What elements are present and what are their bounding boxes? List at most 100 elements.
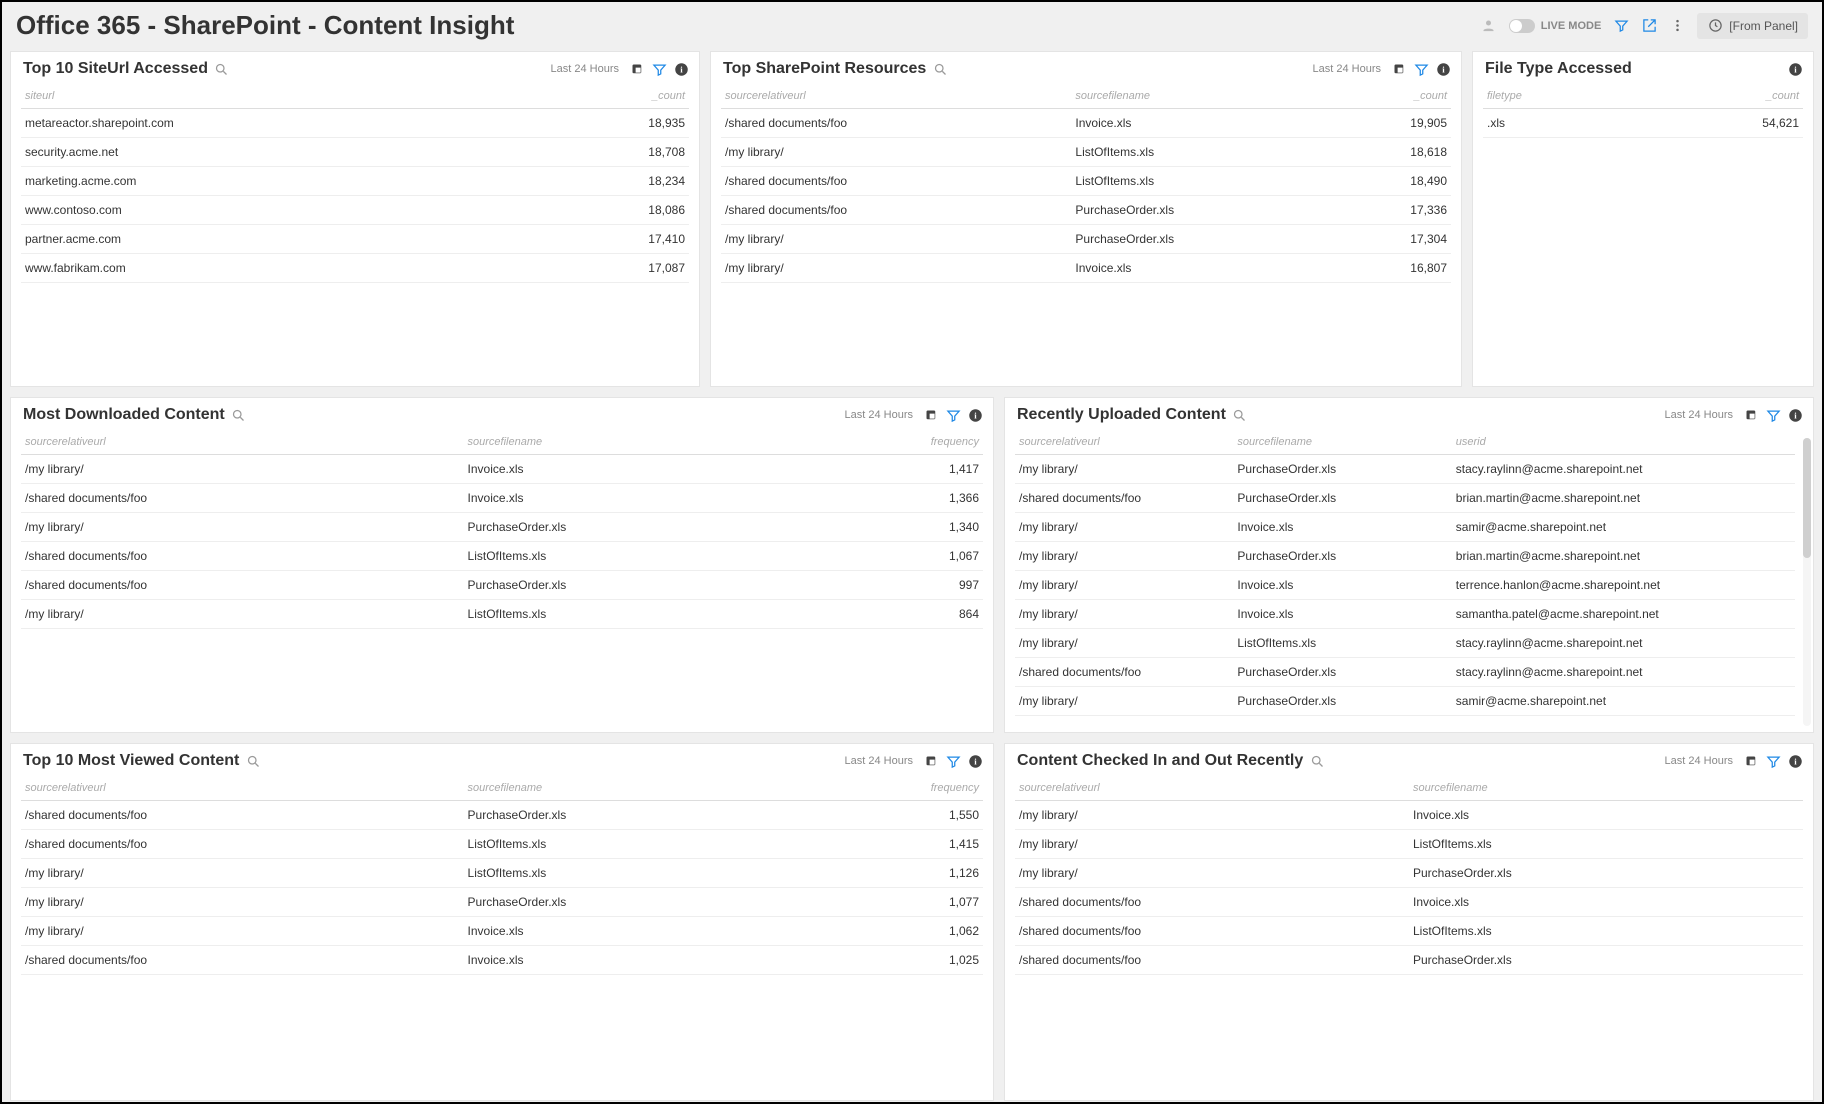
table-row[interactable]: marketing.acme.com18,234	[21, 167, 689, 196]
table-row[interactable]: /my library/PurchaseOrder.xlssamir@acme.…	[1015, 687, 1795, 716]
table-row[interactable]: /shared documents/fooPurchaseOrder.xls17…	[721, 196, 1451, 225]
panel-title-text: Most Downloaded Content	[23, 406, 225, 424]
filter-icon[interactable]	[1765, 407, 1781, 423]
open-icon[interactable]	[1391, 61, 1407, 77]
col-sourcefilename[interactable]: sourcefilename	[464, 430, 849, 455]
cell-file: ListOfItems.xls	[464, 542, 849, 571]
cell-url: /my library/	[1015, 571, 1233, 600]
cell-url: /my library/	[721, 254, 1071, 283]
table-row[interactable]: /shared documents/fooInvoice.xls1,366	[21, 484, 983, 513]
col-sourcerelativeurl[interactable]: sourcerelativeurl	[1015, 776, 1409, 801]
table-row[interactable]: /shared documents/fooListOfItems.xls18,4…	[721, 167, 1451, 196]
open-icon[interactable]	[1743, 407, 1759, 423]
table-row[interactable]: www.contoso.com18,086	[21, 196, 689, 225]
col-userid[interactable]: userid	[1452, 430, 1795, 455]
filter-icon[interactable]	[651, 61, 667, 77]
magnify-icon[interactable]	[1309, 753, 1325, 769]
table-row[interactable]: /my library/Invoice.xls1,417	[21, 455, 983, 484]
table-row[interactable]: /shared documents/fooInvoice.xls1,025	[21, 946, 983, 975]
table-row[interactable]: /my library/Invoice.xlssamantha.patel@ac…	[1015, 600, 1795, 629]
table-row[interactable]: /shared documents/fooPurchaseOrder.xlsst…	[1015, 658, 1795, 687]
filter-icon[interactable]	[1413, 61, 1429, 77]
col-siteurl[interactable]: siteurl	[21, 84, 522, 109]
col-sourcerelativeurl[interactable]: sourcerelativeurl	[21, 430, 464, 455]
table-row[interactable]: /my library/PurchaseOrder.xls17,304	[721, 225, 1451, 254]
magnify-icon[interactable]	[231, 407, 247, 423]
open-icon[interactable]	[923, 753, 939, 769]
table-row[interactable]: /shared documents/fooPurchaseOrder.xls99…	[21, 571, 983, 600]
col-sourcefilename[interactable]: sourcefilename	[1233, 430, 1451, 455]
info-icon[interactable]: i	[1787, 61, 1803, 77]
col-sourcefilename[interactable]: sourcefilename	[1409, 776, 1803, 801]
table-row[interactable]: /my library/PurchaseOrder.xls	[1015, 859, 1803, 888]
table-row[interactable]: /my library/ListOfItems.xls18,618	[721, 138, 1451, 167]
table-row[interactable]: security.acme.net18,708	[21, 138, 689, 167]
col-count[interactable]: _count	[1675, 84, 1803, 109]
table-row[interactable]: /shared documents/fooListOfItems.xls	[1015, 917, 1803, 946]
info-icon[interactable]: i	[1435, 61, 1451, 77]
table-row[interactable]: /my library/ListOfItems.xls	[1015, 830, 1803, 859]
table-row[interactable]: /my library/Invoice.xls1,062	[21, 917, 983, 946]
open-icon[interactable]	[1743, 753, 1759, 769]
filter-icon[interactable]	[1613, 18, 1629, 34]
info-icon[interactable]: i	[673, 61, 689, 77]
cell-file: Invoice.xls	[464, 484, 849, 513]
table-row[interactable]: /my library/Invoice.xlsterrence.hanlon@a…	[1015, 571, 1795, 600]
table-row[interactable]: /shared documents/fooPurchaseOrder.xls	[1015, 946, 1803, 975]
table-row[interactable]: /my library/PurchaseOrder.xls1,340	[21, 513, 983, 542]
table-row[interactable]: /my library/Invoice.xlssamir@acme.sharep…	[1015, 513, 1795, 542]
info-icon[interactable]: i	[1787, 753, 1803, 769]
table-row[interactable]: /shared documents/fooPurchaseOrder.xlsbr…	[1015, 484, 1795, 513]
col-sourcefilename[interactable]: sourcefilename	[464, 776, 849, 801]
magnify-icon[interactable]	[932, 61, 948, 77]
table-row[interactable]: /shared documents/fooPurchaseOrder.xls1,…	[21, 801, 983, 830]
panel-filetype: File Type Accessed i filetype _count .xl…	[1472, 51, 1814, 387]
col-count[interactable]: _count	[522, 84, 689, 109]
col-sourcerelativeurl[interactable]: sourcerelativeurl	[21, 776, 464, 801]
cell-url: /shared documents/foo	[1015, 917, 1409, 946]
table-row[interactable]: /my library/ListOfItems.xls1,126	[21, 859, 983, 888]
col-sourcerelativeurl[interactable]: sourcerelativeurl	[1015, 430, 1233, 455]
table-row[interactable]: /my library/Invoice.xls16,807	[721, 254, 1451, 283]
col-filetype[interactable]: filetype	[1483, 84, 1675, 109]
table-row[interactable]: /my library/PurchaseOrder.xlsbrian.marti…	[1015, 542, 1795, 571]
cell-siteurl: www.fabrikam.com	[21, 254, 522, 283]
cell-file: Invoice.xls	[464, 946, 849, 975]
table-row[interactable]: /shared documents/fooListOfItems.xls1,41…	[21, 830, 983, 859]
col-count[interactable]: _count	[1334, 84, 1451, 109]
filter-icon[interactable]	[945, 407, 961, 423]
table-row[interactable]: /shared documents/fooListOfItems.xls1,06…	[21, 542, 983, 571]
filter-icon[interactable]	[1765, 753, 1781, 769]
col-sourcerelativeurl[interactable]: sourcerelativeurl	[721, 84, 1071, 109]
open-icon[interactable]	[629, 61, 645, 77]
cell-file: Invoice.xls	[1233, 600, 1451, 629]
table-row[interactable]: www.fabrikam.com17,087	[21, 254, 689, 283]
table-row[interactable]: /my library/ListOfItems.xls864	[21, 600, 983, 629]
table-row[interactable]: /my library/Invoice.xls	[1015, 801, 1803, 830]
info-icon[interactable]: i	[967, 407, 983, 423]
table-row[interactable]: /shared documents/fooInvoice.xls	[1015, 888, 1803, 917]
more-icon[interactable]	[1669, 18, 1685, 34]
col-frequency[interactable]: frequency	[848, 430, 983, 455]
magnify-icon[interactable]	[245, 753, 261, 769]
table-row[interactable]: /my library/PurchaseOrder.xls1,077	[21, 888, 983, 917]
cell-siteurl: www.contoso.com	[21, 196, 522, 225]
scrollbar-thumb[interactable]	[1803, 438, 1811, 558]
magnify-icon[interactable]	[1232, 407, 1248, 423]
open-icon[interactable]	[923, 407, 939, 423]
table-row[interactable]: /my library/PurchaseOrder.xlsstacy.rayli…	[1015, 455, 1795, 484]
from-panel-button[interactable]: [From Panel]	[1697, 13, 1808, 39]
live-mode-toggle[interactable]: LIVE MODE	[1509, 19, 1602, 33]
col-sourcefilename[interactable]: sourcefilename	[1071, 84, 1334, 109]
table-row[interactable]: /shared documents/fooInvoice.xls19,905	[721, 109, 1451, 138]
col-frequency[interactable]: frequency	[848, 776, 983, 801]
info-icon[interactable]: i	[967, 753, 983, 769]
table-row[interactable]: /my library/ListOfItems.xlsstacy.raylinn…	[1015, 629, 1795, 658]
info-icon[interactable]: i	[1787, 407, 1803, 423]
table-row[interactable]: partner.acme.com17,410	[21, 225, 689, 254]
share-icon[interactable]	[1641, 18, 1657, 34]
table-row[interactable]: metareactor.sharepoint.com18,935	[21, 109, 689, 138]
filter-icon[interactable]	[945, 753, 961, 769]
magnify-icon[interactable]	[214, 61, 230, 77]
table-row[interactable]: .xls54,621	[1483, 109, 1803, 138]
